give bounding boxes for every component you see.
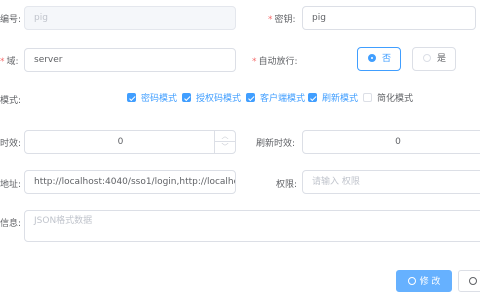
client-secret-input[interactable]: pig [302,6,476,30]
redirect-uri-input[interactable]: http://localhost:4040/sso1/login,http://… [24,170,236,194]
client-id-input: pig [24,6,236,30]
scope-value: server [34,55,63,65]
required-mark: * [252,57,257,67]
checkbox-unchecked-icon [363,93,372,102]
checkbox-checked-icon [246,93,255,102]
client-secret-label: * 密钥: [268,12,296,25]
autoapprove-label: * 自动放行: [252,54,298,67]
autoapprove-no-radio[interactable]: 否 [357,47,401,71]
grant-password-checkbox[interactable]: 密码模式 [127,93,177,105]
radio-dot-icon [423,53,431,62]
additional-info-placeholder: JSON格式数据 [34,216,93,226]
grant-client-label: 客户端模式 [260,94,306,104]
grant-refresh-label: 刷新模式 [322,94,359,104]
additional-info-label: 信息: [0,219,22,229]
grant-authcode-checkbox[interactable]: 授权码模式 [182,93,241,105]
required-mark: * [268,15,273,25]
redirect-uri-label: 地址: [0,180,22,190]
refresh-validity-stepper[interactable]: 0 [302,130,480,154]
scope-label: * 域: [0,54,19,67]
grant-implicit-checkbox[interactable]: 简化模式 [363,93,413,105]
cancel-button[interactable] [458,270,480,292]
refresh-validity-label: 刷新时效: [256,139,296,149]
grant-password-label: 密码模式 [141,94,178,104]
client-secret-label-text: 密钥: [274,15,296,25]
grant-client-checkbox[interactable]: 客户端模式 [246,93,305,105]
authorities-label: 权限: [276,180,298,190]
submit-button[interactable]: 修 改 [396,270,452,292]
redirect-uri-value: http://localhost:4040/sso1/login,http://… [34,177,236,187]
grant-authcode-label: 授权码模式 [196,94,242,104]
autoapprove-yes-label: 是 [437,54,447,64]
additional-info-textarea[interactable]: JSON格式数据 [24,210,480,242]
access-validity-label: 时效: [0,139,22,149]
stepper-down-icon[interactable]: ﹀ [215,142,235,153]
stepper-controls[interactable]: ︿ ﹀ [214,131,235,153]
stepper-up-icon[interactable]: ︿ [215,131,235,142]
autoapprove-yes-radio[interactable]: 是 [412,47,456,71]
radio-dot-icon [368,53,376,62]
scope-label-text: 域: [6,57,19,67]
checkbox-checked-icon [127,93,136,102]
check-circle-icon [407,276,416,285]
checkbox-checked-icon [308,93,317,102]
autoapprove-no-label: 否 [382,54,392,64]
grant-types-label: 模式: [0,96,22,106]
authorities-placeholder: 请输入 权限 [312,177,360,187]
access-validity-stepper[interactable]: 0 ︿ ﹀ [24,130,236,154]
required-mark: * [0,57,5,67]
refresh-validity-value: 0 [395,137,401,147]
client-id-value: pig [34,13,48,23]
submit-button-label: 修 改 [419,277,441,287]
autoapprove-label-text: 自动放行: [258,57,298,67]
client-secret-value: pig [312,13,326,23]
close-circle-icon [469,276,477,285]
scope-input[interactable]: server [24,48,236,72]
access-validity-value: 0 [117,137,124,147]
checkbox-checked-icon [182,93,191,102]
grant-implicit-label: 简化模式 [377,94,414,104]
authorities-input[interactable]: 请输入 权限 [302,170,480,194]
grant-refresh-checkbox[interactable]: 刷新模式 [308,93,358,105]
client-id-label: 编号: [0,15,22,25]
